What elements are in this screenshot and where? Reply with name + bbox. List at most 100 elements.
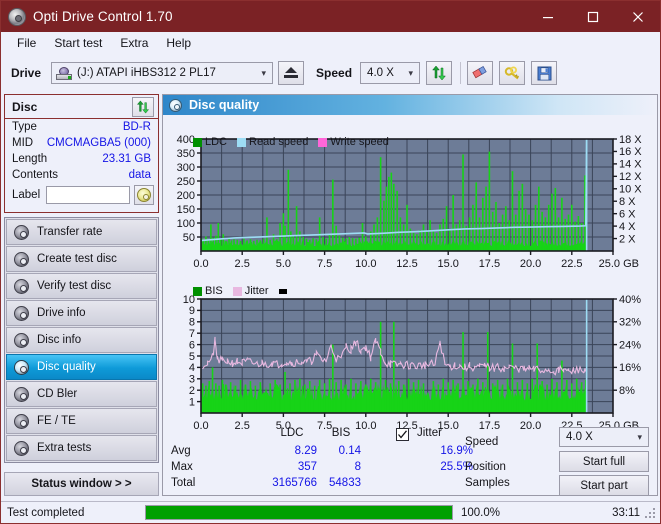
legend-swatch-bis: [193, 287, 202, 296]
save-floppy-icon: [537, 66, 552, 81]
eject-button[interactable]: [278, 61, 304, 85]
check-icon: [397, 429, 408, 440]
sidebar-item-label: Extra tests: [37, 442, 91, 454]
disc-icon: [14, 279, 29, 294]
menu-file[interactable]: File: [8, 34, 45, 52]
sidebar-item-disc-quality[interactable]: Disc quality: [6, 354, 157, 380]
test-speed-select[interactable]: 4.0 X ▾: [559, 427, 649, 447]
svg-text:6 X: 6 X: [619, 208, 636, 220]
svg-text:16 X: 16 X: [619, 146, 642, 158]
stats-jitter-avg: 16.9%: [391, 445, 473, 457]
speed-select[interactable]: 4.0 X ▾: [360, 62, 420, 84]
disc-row-length: Length 23.31 GB: [5, 151, 158, 167]
disc-label-button[interactable]: [134, 185, 154, 205]
toolbar: Drive (J:) ATAPI iHBS312 2 PL17 ▾ Speed …: [1, 54, 660, 92]
stats-bis-max: 8: [301, 461, 361, 473]
svg-text:7: 7: [189, 328, 195, 340]
svg-text:100: 100: [177, 218, 195, 230]
jitter-checkbox[interactable]: [396, 428, 409, 441]
menu-bar: File Start test Extra Help: [1, 32, 660, 54]
window-controls: [525, 1, 660, 32]
speed-select-value: 4.0 X: [367, 67, 394, 79]
erase-button[interactable]: [467, 61, 493, 85]
disc-length-label: Length: [12, 153, 47, 165]
disc-row-type: Type BD-R: [5, 119, 158, 135]
svg-text:8 X: 8 X: [619, 196, 636, 208]
refresh-button[interactable]: [426, 61, 452, 85]
maximize-icon[interactable]: [570, 1, 615, 32]
stats-speed-label: Speed: [465, 436, 498, 448]
sidebar-item-label: FE / TE: [37, 415, 76, 427]
svg-text:2: 2: [189, 385, 195, 397]
disc-icon: [14, 252, 29, 267]
legend-entry-extra: [279, 289, 287, 294]
chevron-down-icon: ▾: [637, 432, 642, 443]
sidebar-item-drive-info[interactable]: Drive info: [6, 300, 157, 326]
disc-mid-label: MID: [12, 137, 33, 149]
keys-icon: [504, 66, 521, 81]
legend-entry-write-speed: Write speed: [318, 136, 389, 148]
status-window-button[interactable]: Status window > >: [4, 472, 159, 496]
svg-text:9: 9: [189, 305, 195, 317]
legend-entry-bis: BIS: [193, 285, 223, 297]
disc-panel-header: Disc: [5, 95, 158, 119]
svg-text:32%: 32%: [619, 317, 641, 329]
chart-bottom-canvas: 123456789108%16%24%32%40%0.02.55.07.510.…: [163, 283, 657, 443]
app-disc-icon: [8, 8, 26, 26]
svg-text:200: 200: [177, 190, 195, 202]
disc-mid-value: CMCMAGBA5 (000): [47, 137, 151, 149]
disc-label-input[interactable]: [46, 186, 130, 204]
legend-label-jitter: Jitter: [245, 285, 269, 297]
chevron-down-icon: ▾: [409, 68, 414, 79]
sidebar-item-create-test-disc[interactable]: Create test disc: [6, 246, 157, 272]
svg-text:5: 5: [189, 351, 195, 363]
svg-text:16%: 16%: [619, 362, 641, 374]
sidebar-item-cd-bler[interactable]: CD Bler: [6, 381, 157, 407]
sidebar-item-verify-test-disc[interactable]: Verify test disc: [6, 273, 157, 299]
speed-label: Speed: [316, 66, 352, 80]
legend-entry-jitter: Jitter: [233, 285, 269, 297]
app-window: Opti Drive Control 1.70 File Start test …: [0, 0, 661, 524]
disc-contents-value: data: [129, 169, 151, 181]
svg-text:0.0: 0.0: [193, 258, 208, 270]
disc-icon: [14, 360, 29, 375]
disc-icon: [14, 333, 29, 348]
menu-extra[interactable]: Extra: [111, 34, 157, 52]
title-bar: Opti Drive Control 1.70: [1, 1, 660, 32]
menu-start-test[interactable]: Start test: [45, 34, 111, 52]
disc-icon: [14, 387, 29, 402]
stats-position-label: Position: [465, 461, 506, 473]
sidebar-item-label: Create test disc: [37, 253, 117, 265]
firmware-button[interactable]: [499, 61, 525, 85]
save-button[interactable]: [531, 61, 557, 85]
progress-bar: [145, 505, 453, 520]
disc-panel-title: Disc: [12, 100, 37, 114]
pane-header: Disc quality: [163, 95, 657, 115]
resize-grip[interactable]: [645, 508, 657, 520]
window-title: Opti Drive Control 1.70: [33, 9, 173, 24]
svg-text:1: 1: [189, 396, 195, 408]
disc-row-contents: Contents data: [5, 167, 158, 183]
start-part-button[interactable]: Start part: [559, 475, 649, 496]
stats-row-total-label: Total: [171, 477, 195, 489]
sidebar-item-extra-tests[interactable]: Extra tests: [6, 435, 157, 461]
svg-text:17.5: 17.5: [479, 258, 500, 270]
start-full-button[interactable]: Start full: [559, 451, 649, 472]
disc-refresh-button[interactable]: [132, 97, 154, 117]
close-icon[interactable]: [615, 1, 660, 32]
sidebar-item-fe-te[interactable]: FE / TE: [6, 408, 157, 434]
disc-length-value: 23.31 GB: [102, 153, 151, 165]
sidebar-item-disc-info[interactable]: Disc info: [6, 327, 157, 353]
jitter-label: Jitter: [417, 427, 442, 439]
sidebar-item-label: CD Bler: [37, 388, 77, 400]
eject-icon: [284, 67, 298, 79]
disc-quality-icon: [169, 99, 182, 112]
sidebar-item-transfer-rate[interactable]: Transfer rate: [6, 219, 157, 245]
progress-percent: 100.0%: [461, 507, 527, 519]
menu-help[interactable]: Help: [157, 34, 200, 52]
left-column: Disc Type BD-R MID CMCMAGBA5 (000) Lengt…: [4, 94, 159, 496]
minimize-icon[interactable]: [525, 1, 570, 32]
drive-select[interactable]: (J:) ATAPI iHBS312 2 PL17 ▾: [51, 62, 273, 84]
svg-text:4: 4: [189, 362, 195, 374]
eraser-icon: [472, 66, 489, 81]
